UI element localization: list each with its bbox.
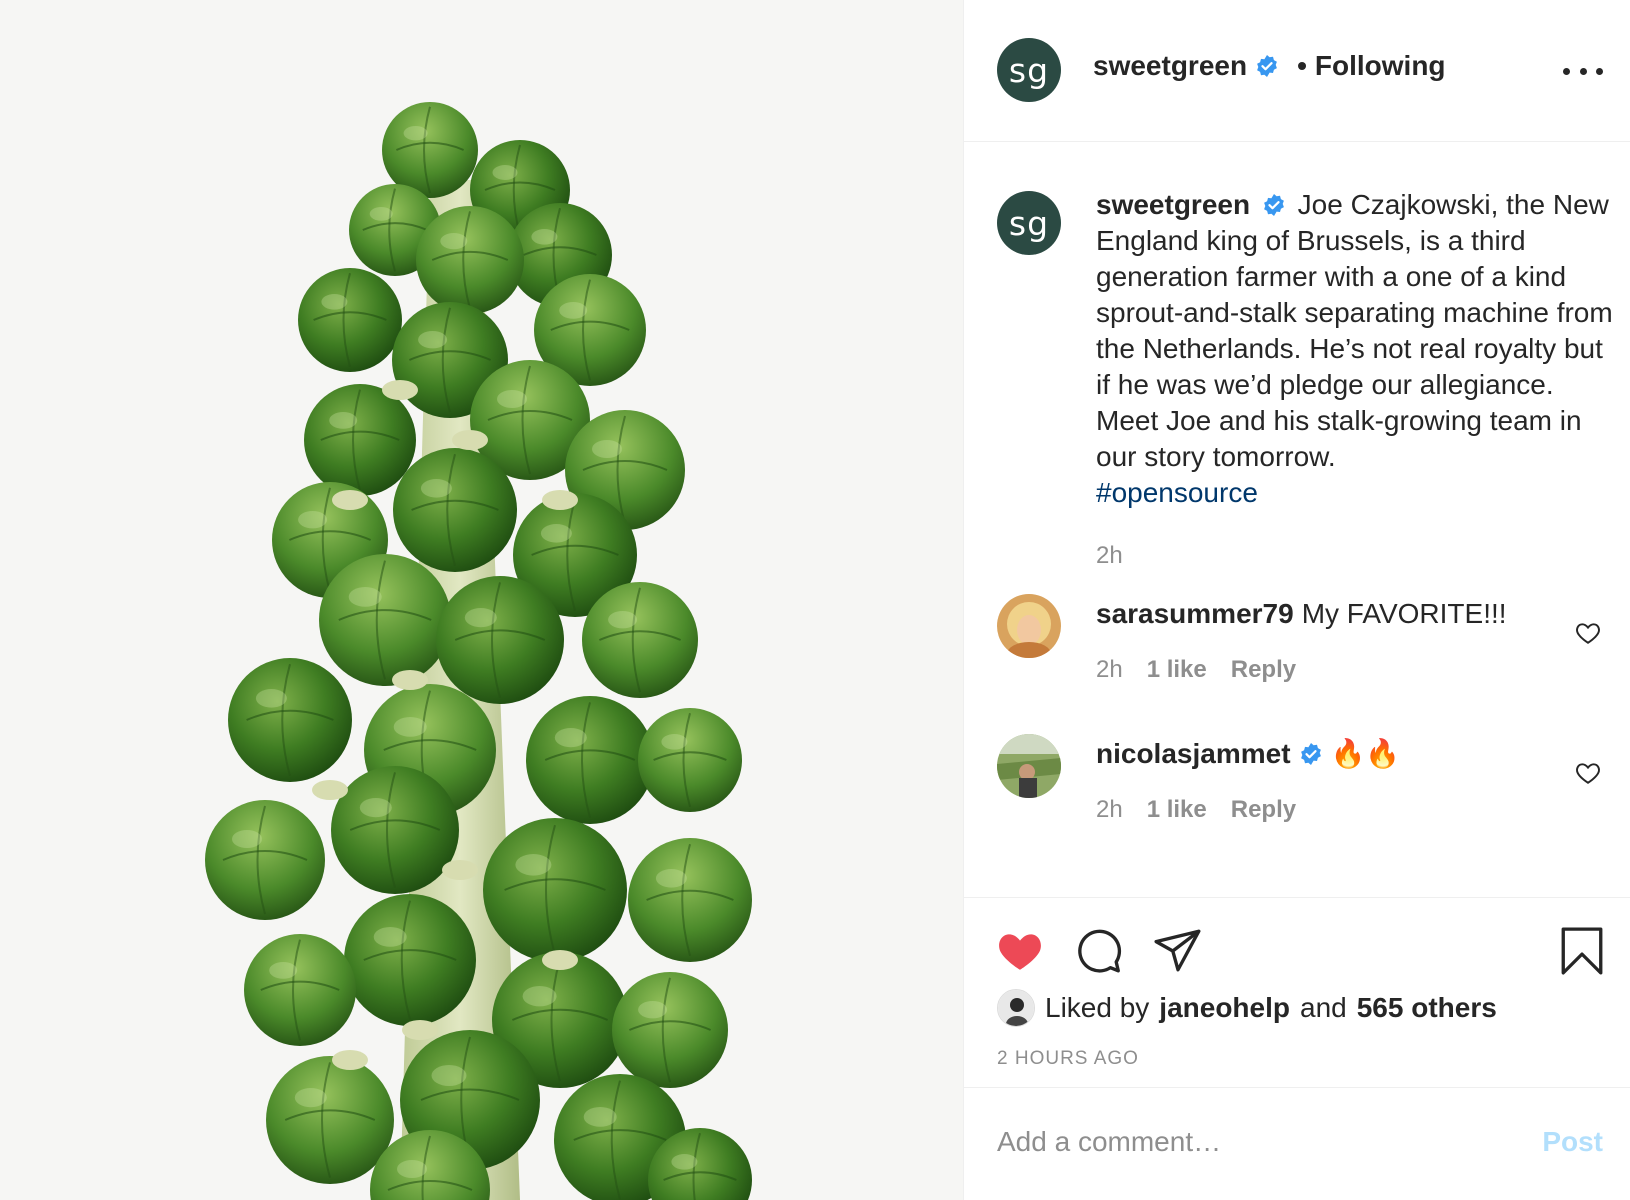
liked-by-others[interactable]: 565 others xyxy=(1357,992,1497,1024)
avatar-initials: sg xyxy=(1008,203,1050,243)
avatar-photo-icon xyxy=(997,594,1061,658)
comment-meta: 2h 1 like Reply xyxy=(1096,796,1296,824)
comment-likes[interactable]: 1 like xyxy=(1147,656,1207,684)
comment-item: sarasummer79 My FAVORITE!!! 2h 1 like Re… xyxy=(964,594,1630,714)
brussels-sprout-stalk-photo xyxy=(205,102,752,1200)
bookmark-save-icon[interactable] xyxy=(1557,926,1607,976)
comment-likes[interactable]: 1 like xyxy=(1147,796,1207,824)
comment-body: 🔥🔥 xyxy=(1330,738,1401,769)
caption-avatar[interactable]: sg xyxy=(997,191,1061,255)
caption-timestamp[interactable]: 2h xyxy=(1096,542,1123,570)
author-avatar[interactable]: sg xyxy=(997,38,1061,102)
author-username[interactable]: sweetgreen xyxy=(1093,50,1247,82)
avatar-initials: sg xyxy=(1008,50,1050,90)
comment-time[interactable]: 2h xyxy=(1096,656,1123,684)
reply-button[interactable]: Reply xyxy=(1231,656,1296,684)
avatar-photo-icon xyxy=(997,734,1061,798)
caption-text: sweetgreen Joe Czajkowski, the New Engla… xyxy=(1096,187,1616,511)
like-comment-heart-icon[interactable] xyxy=(1575,760,1601,786)
commenter-avatar[interactable] xyxy=(997,734,1061,798)
liker-avatar[interactable] xyxy=(997,989,1035,1027)
following-button[interactable]: Following xyxy=(1315,50,1446,82)
like-comment-heart-icon[interactable] xyxy=(1575,620,1601,646)
verified-badge-icon xyxy=(1257,55,1277,77)
hashtag-link[interactable]: #opensource xyxy=(1096,477,1258,508)
share-send-icon[interactable] xyxy=(1153,926,1203,976)
caption-username[interactable]: sweetgreen xyxy=(1096,189,1250,220)
liked-by-summary: Liked by janeohelp and 565 others xyxy=(997,989,1497,1027)
comment-meta: 2h 1 like Reply xyxy=(1096,656,1296,684)
post-sidebar: sg sweetgreen • Following sg sweetgreen … xyxy=(963,0,1630,1200)
comment-username[interactable]: sarasummer79 xyxy=(1096,596,1294,632)
post-actions: Liked by janeohelp and 565 others 2 HOUR… xyxy=(964,897,1630,1087)
comment-item: nicolasjammet 🔥🔥 2h 1 like Reply xyxy=(964,734,1630,854)
comment-body: My FAVORITE!!! xyxy=(1301,598,1507,629)
verified-badge-icon xyxy=(1263,194,1284,216)
caption-body: Joe Czajkowski, the New England king of … xyxy=(1096,189,1613,472)
post-timestamp[interactable]: 2 HOURS AGO xyxy=(997,1048,1139,1070)
comment-text-row: sarasummer79 My FAVORITE!!! xyxy=(1096,596,1507,632)
post-comment-button[interactable]: Post xyxy=(1542,1126,1603,1158)
like-heart-icon[interactable] xyxy=(995,926,1045,976)
comment-text-row: nicolasjammet 🔥🔥 xyxy=(1096,736,1400,772)
post-header: sg sweetgreen • Following xyxy=(964,0,1630,142)
liked-by-user[interactable]: janeohelp xyxy=(1159,992,1290,1024)
separator-dot: • xyxy=(1297,50,1307,81)
liked-by-prefix: Liked by xyxy=(1045,992,1150,1023)
post-image[interactable] xyxy=(0,0,963,1200)
more-options-icon[interactable] xyxy=(1563,56,1603,86)
comment-bubble-icon[interactable] xyxy=(1074,926,1124,976)
verified-badge-icon xyxy=(1300,743,1321,765)
comment-input[interactable] xyxy=(997,1118,1497,1166)
comments-list: sg sweetgreen Joe Czajkowski, the New En… xyxy=(964,142,1630,897)
commenter-avatar[interactable] xyxy=(997,594,1061,658)
add-comment-bar: Post xyxy=(964,1087,1630,1200)
comment-time[interactable]: 2h xyxy=(1096,796,1123,824)
avatar-photo-icon xyxy=(998,990,1034,1026)
comment-username[interactable]: nicolasjammet xyxy=(1096,736,1291,772)
reply-button[interactable]: Reply xyxy=(1231,796,1296,824)
liked-by-and: and xyxy=(1300,992,1347,1023)
author-info: sweetgreen • Following xyxy=(1093,50,1446,82)
